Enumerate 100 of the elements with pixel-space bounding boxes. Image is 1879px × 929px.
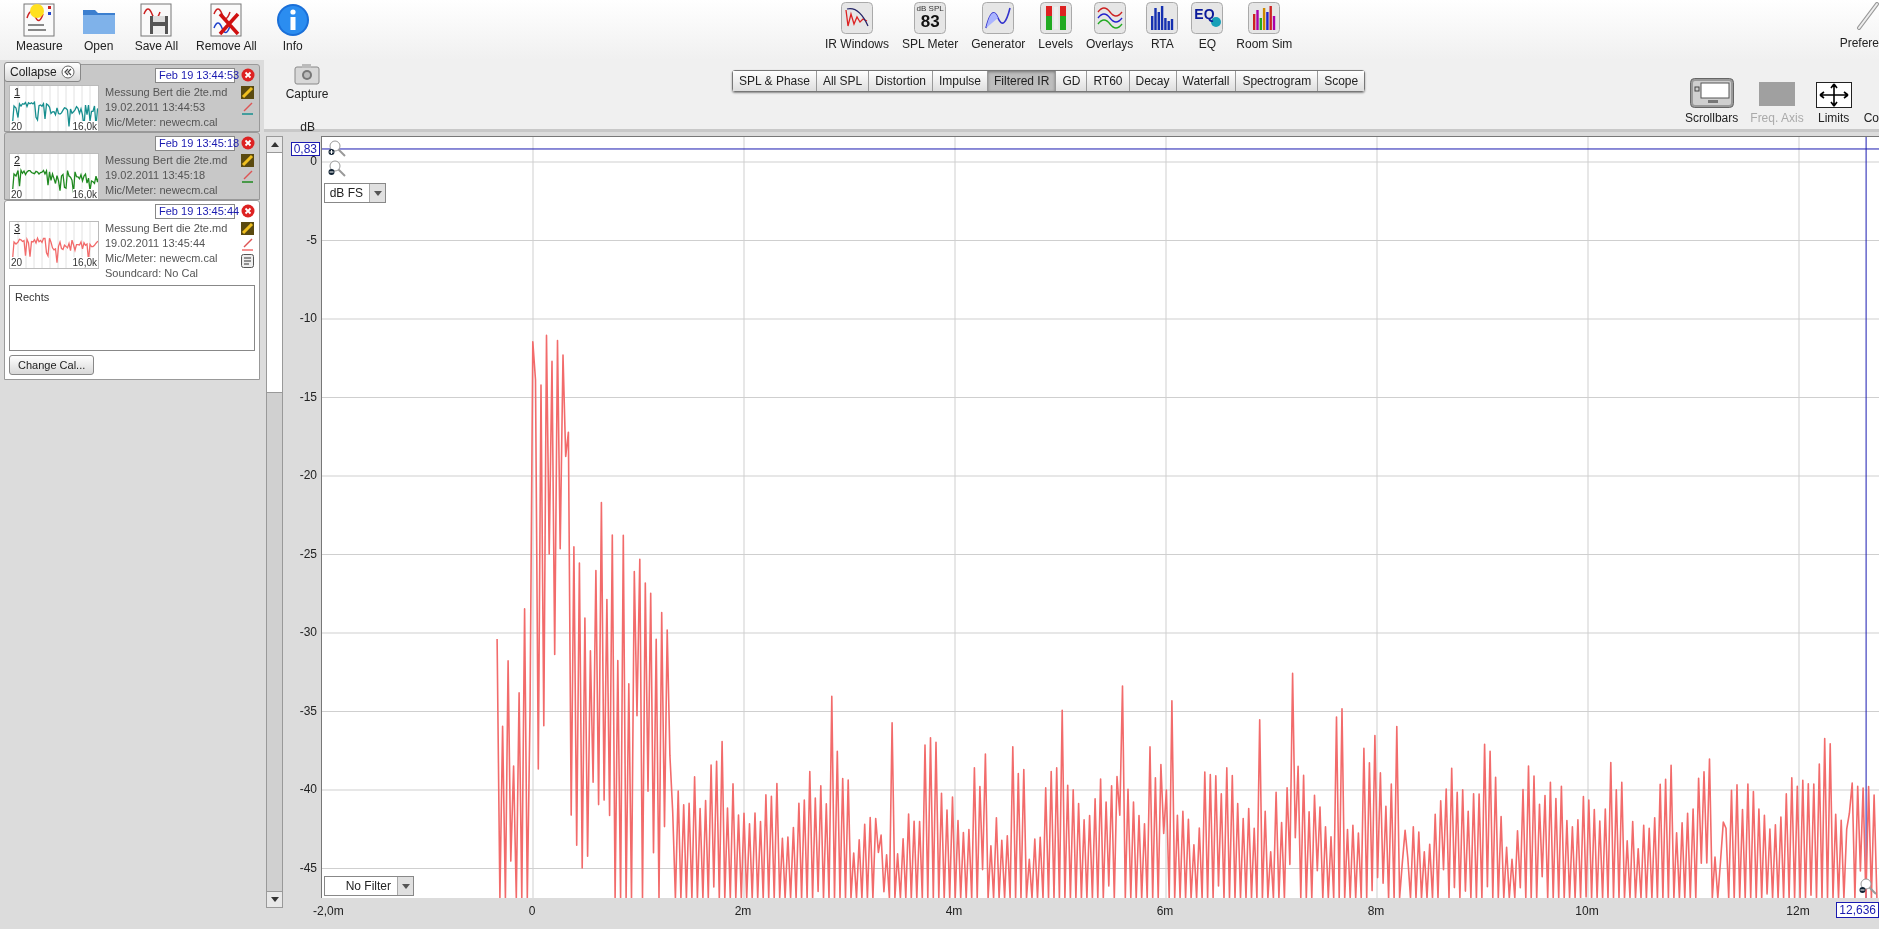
capture-button[interactable]: Capture — [285, 63, 329, 101]
x-axis-label: 6m — [1156, 904, 1174, 918]
measurement-info: Mic/Meter: newecm.cal — [105, 251, 219, 266]
tab[interactable]: SPL & Phase — [733, 71, 816, 91]
y-axis-label: 0 — [310, 154, 317, 168]
tab[interactable]: GD — [1055, 71, 1087, 91]
y-axis-label: -25 — [299, 546, 317, 561]
x-axis-label: 0 — [528, 904, 536, 918]
colored-bars-icon — [1248, 2, 1281, 34]
y-axis-label: -35 — [299, 703, 317, 718]
cursor-value: 12,636 — [1836, 902, 1879, 918]
axis-label: 20 — [11, 189, 23, 199]
tab[interactable]: RT60 — [1086, 71, 1129, 91]
tab[interactable]: Waterfall — [1175, 71, 1236, 91]
tool-button[interactable]: Overlays — [1085, 2, 1135, 60]
meter-icon — [914, 2, 947, 34]
measurement-info: Soundcard: No Cal — [105, 266, 199, 281]
double-chevron-icon — [60, 65, 75, 79]
toolbar-button[interactable]: Measure — [14, 2, 65, 60]
measurement-info: Messung Bert die 2te.md — [105, 85, 229, 100]
tab[interactable]: All SPL — [815, 71, 869, 91]
edit-icon — [241, 154, 254, 167]
x-axis-label: 8m — [1367, 904, 1385, 918]
line-style-icon — [241, 170, 254, 183]
y-axis-label: -45 — [299, 860, 317, 875]
measurement-info: 19.02.2011 13:45:44 — [105, 236, 207, 251]
sine-wave-icon — [982, 2, 1015, 34]
measurement-info: Mic/Meter: newecm.cal — [105, 115, 219, 130]
view-tool-button[interactable]: Scrollbars — [1684, 78, 1739, 125]
bar-chart-icon — [1146, 2, 1179, 34]
tab[interactable]: Scope — [1317, 71, 1365, 91]
preferences-button[interactable]: Prefere — [1839, 2, 1879, 50]
tool-button[interactable]: RTA — [1145, 2, 1180, 60]
cursor-value: 0,83 — [290, 142, 320, 156]
save-icon — [138, 2, 175, 38]
measurement-info: 19.02.2011 13:45:18 — [105, 168, 207, 183]
x-axis-label: -2,0m — [313, 904, 344, 918]
meter-unit: dB SPL — [916, 4, 944, 13]
x-axis-label: 4m — [945, 904, 963, 918]
overlay-curves-icon — [1093, 2, 1126, 34]
close-icon[interactable] — [241, 204, 255, 218]
close-icon[interactable] — [241, 136, 255, 150]
tab[interactable]: Spectrogram — [1235, 71, 1318, 91]
axis-label: 16,0k — [72, 189, 97, 199]
measurement-info: 19.02.2011 13:44:53 — [105, 100, 207, 115]
up-arrow-icon[interactable] — [270, 142, 279, 147]
x-axis-label: 10m — [1575, 904, 1599, 918]
remove-icon — [208, 2, 245, 38]
axis-label: 16,0k — [72, 257, 97, 268]
toolbar-button[interactable]: Remove All — [194, 2, 259, 60]
view-tool-button[interactable]: Co — [1863, 111, 1879, 125]
wrench-icon — [1855, 2, 1879, 32]
tool-button[interactable]: Generator — [970, 2, 1027, 60]
tool-button[interactable]: dB SPL 83 SPL Meter — [901, 2, 960, 60]
notes-icon — [241, 254, 254, 268]
measurement-card[interactable]: Feb 19 13:45:18 2 20 16,0k Messung Bert die 2te.md 19.02.2011 13:45:18 Mic/Meter: newecm.cal — [4, 132, 260, 200]
info-icon — [274, 2, 311, 38]
measurement-number: 1 — [14, 86, 21, 98]
line-style-icon — [241, 238, 254, 251]
eq-logo-text: EQ — [1194, 7, 1215, 22]
vertical-scrollbar[interactable] — [266, 136, 283, 908]
caret-icon — [373, 190, 382, 196]
edit-icon — [241, 86, 254, 99]
tab[interactable]: Filtered IR — [987, 71, 1056, 91]
meter-reading: 83 — [920, 13, 940, 31]
down-arrow-icon[interactable] — [270, 897, 279, 902]
close-icon[interactable] — [241, 68, 255, 82]
zoom-in-icon — [328, 139, 346, 157]
tab[interactable]: Distortion — [868, 71, 932, 91]
y-axis-label: -15 — [299, 389, 317, 404]
camera-icon — [294, 63, 320, 85]
measurement-card[interactable]: Feb 19 13:45:44 3 20 16,0k Messung Bert die 2te.md 19.02.2011 13:45:44 Mic/Meter: newecm.cal Soundcard: No Cal Rechts Change Cal... — [4, 200, 260, 380]
toolbar-button[interactable]: Open — [78, 2, 119, 60]
measurement-info: Mic/Meter: newecm.cal — [105, 183, 219, 198]
y-axis-label: -30 — [299, 625, 317, 639]
tool-button[interactable]: Levels — [1037, 2, 1074, 60]
view-tool-button[interactable]: Limits — [1815, 82, 1852, 125]
measurement-info: Messung Bert die 2te.md — [105, 221, 229, 236]
caret-icon — [401, 883, 410, 889]
axis-label: 16,0k — [72, 121, 97, 131]
dropdown[interactable]: dB FS — [324, 183, 386, 203]
y-axis-label: -20 — [299, 468, 317, 482]
tab[interactable]: Impulse — [932, 71, 987, 91]
tool-button[interactable]: EQ EQ — [1190, 2, 1225, 60]
change-cal-button[interactable]: Change Cal... — [9, 355, 95, 375]
y-axis-label: -10 — [299, 311, 317, 325]
collapse-button[interactable]: Collapse — [4, 62, 81, 82]
dropdown[interactable]: No Filter — [324, 876, 414, 896]
move-arrows-icon — [1815, 82, 1852, 108]
toolbar-button[interactable]: Info — [272, 2, 313, 60]
level-bars-icon — [1039, 2, 1072, 34]
toolbar-button[interactable]: Save All — [132, 2, 181, 60]
zoom-out-icon — [328, 159, 346, 177]
tool-button[interactable]: IR Windows — [824, 2, 890, 60]
tab[interactable]: Decay — [1128, 71, 1176, 91]
line-style-icon — [241, 102, 254, 115]
axis-unit: dB — [300, 120, 315, 134]
tool-button[interactable]: Room Sim — [1235, 2, 1294, 60]
notes-field[interactable]: Rechts — [9, 285, 255, 351]
eq-icon — [1191, 2, 1224, 34]
